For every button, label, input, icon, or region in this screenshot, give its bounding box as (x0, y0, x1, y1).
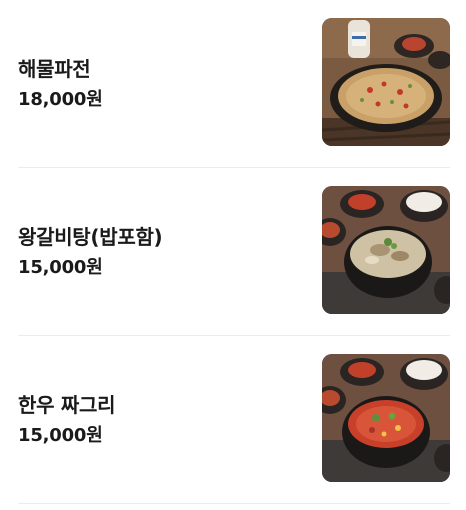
menu-item-name: 왕갈비탕(밥포함) (18, 224, 163, 249)
menu-item-text: 한우 짜그리 15,000원 (18, 336, 115, 503)
menu-item-galbitang[interactable]: 왕갈비탕(밥포함) 15,000원 (18, 168, 450, 336)
menu-item-text: 해물파전 18,000원 (18, 0, 103, 167)
menu-item-photo[interactable] (322, 18, 450, 146)
menu-item-price: 15,000원 (18, 256, 103, 278)
menu-item-name: 한우 짜그리 (18, 392, 116, 417)
menu-item-seafood-pancake[interactable]: 해물파전 18,000원 (18, 0, 450, 168)
menu-list: 해물파전 18,000원 왕갈비탕(밥포함) 15,000원 한우 짜그리 15… (0, 0, 466, 510)
menu-item-price: 18,000원 (18, 88, 103, 110)
menu-item-price: 15,000원 (18, 424, 103, 446)
menu-item-photo[interactable] (322, 186, 450, 314)
menu-item-photo[interactable] (322, 354, 450, 482)
menu-item-jjageuri[interactable]: 한우 짜그리 15,000원 (18, 336, 450, 504)
menu-item-name: 해물파전 (18, 56, 91, 81)
menu-item-text: 왕갈비탕(밥포함) 15,000원 (18, 168, 163, 335)
